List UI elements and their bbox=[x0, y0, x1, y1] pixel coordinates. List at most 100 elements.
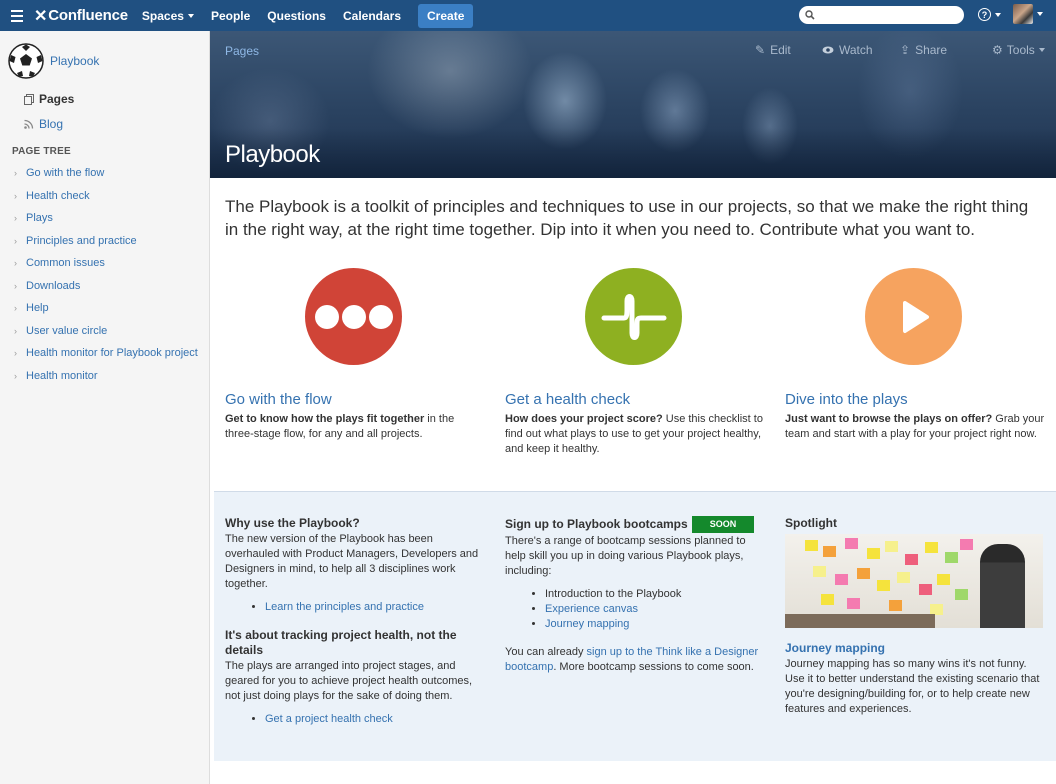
chevron-down-icon bbox=[187, 13, 194, 18]
chevron-down-icon bbox=[1037, 12, 1043, 16]
intro-text: The Playbook is a toolkit of principles … bbox=[225, 197, 1029, 239]
chevron-right-icon[interactable]: › bbox=[14, 191, 26, 201]
page-tree-heading: PAGE TREE bbox=[12, 146, 71, 157]
tree-item-principles-and-practice[interactable]: › Principles and practice bbox=[14, 230, 198, 253]
tree-item-label: Health monitor bbox=[26, 369, 98, 382]
chevron-right-icon[interactable]: › bbox=[14, 236, 26, 246]
learn-principles-link[interactable]: Learn the principles and practice bbox=[265, 601, 424, 613]
feature-lead: Get to know how the plays fit together bbox=[225, 413, 425, 425]
sidebar-item-label: Blog bbox=[39, 117, 64, 131]
menu-icon[interactable] bbox=[0, 0, 34, 31]
experience-canvas-link[interactable]: Experience canvas bbox=[545, 603, 638, 615]
calendars-link[interactable]: Calendars bbox=[343, 9, 401, 23]
feature-icon-circle[interactable] bbox=[865, 268, 962, 365]
bootcamp-item: Introduction to the Playbook bbox=[545, 587, 765, 602]
chevron-right-icon[interactable]: › bbox=[14, 281, 26, 291]
confluence-logo[interactable]: ✕ Confluence bbox=[34, 6, 128, 26]
hero-shade bbox=[210, 128, 1056, 178]
status-badge: SOON bbox=[691, 516, 755, 533]
tree-item-go-with-the-flow[interactable]: › Go with the flow bbox=[14, 162, 198, 185]
bootcamp-heading: Sign up to Playbook bootcamps bbox=[505, 517, 688, 531]
feature-get-a-health-check: Get a health check How does your project… bbox=[505, 268, 765, 457]
pulse-icon bbox=[601, 293, 666, 340]
chevron-right-icon[interactable]: › bbox=[14, 303, 26, 313]
tree-item-label: Health check bbox=[26, 189, 90, 202]
space-header[interactable]: Playbook bbox=[8, 43, 99, 79]
breadcrumb-pages[interactable]: Pages bbox=[225, 44, 259, 58]
sidebar-item-blog[interactable]: Blog bbox=[23, 117, 63, 131]
gear-icon: ⚙ bbox=[992, 43, 1003, 57]
why-column: Why use the Playbook? The new version of… bbox=[225, 516, 485, 740]
space-name: Playbook bbox=[50, 54, 100, 68]
tree-item-user-value-circle[interactable]: › User value circle bbox=[14, 320, 198, 343]
feature-dive-into-the-plays: Dive into the plays Just want to browse … bbox=[785, 268, 1045, 442]
edit-button[interactable]: ✎ Edit bbox=[755, 43, 791, 57]
help-menu[interactable]: ? bbox=[978, 8, 1001, 21]
tree-item-health-monitor[interactable]: › Health monitor bbox=[14, 365, 198, 388]
search-input[interactable] bbox=[799, 6, 964, 24]
share-button[interactable]: ⇪ Share bbox=[900, 43, 947, 57]
rss-icon bbox=[23, 119, 34, 130]
feature-title-link[interactable]: Dive into the plays bbox=[785, 391, 908, 408]
questions-link[interactable]: Questions bbox=[267, 9, 326, 23]
journey-mapping-link[interactable]: Journey mapping bbox=[545, 618, 629, 630]
avatar bbox=[1013, 4, 1033, 24]
journey-mapping-spotlight-link[interactable]: Journey mapping bbox=[785, 641, 885, 655]
chevron-right-icon[interactable]: › bbox=[14, 371, 26, 381]
tree-item-downloads[interactable]: › Downloads bbox=[14, 275, 198, 298]
tree-item-label: User value circle bbox=[26, 324, 108, 337]
tools-label: Tools bbox=[1006, 43, 1035, 57]
bootcamp-column: Sign up to Playbook bootcamps SOON There'… bbox=[505, 516, 765, 675]
tree-item-common-issues[interactable]: › Common issues bbox=[14, 252, 198, 275]
tree-item-label: Help bbox=[26, 302, 49, 315]
chevron-down-icon bbox=[995, 12, 1001, 17]
watch-label: Watch bbox=[839, 43, 873, 57]
info-panel: Why use the Playbook? The new version of… bbox=[214, 491, 1056, 761]
chevron-right-icon[interactable]: › bbox=[14, 258, 26, 268]
chevron-down-icon bbox=[1038, 48, 1045, 52]
feature-description: How does your project score? Use this ch… bbox=[505, 412, 765, 457]
feature-title-link[interactable]: Go with the flow bbox=[225, 391, 332, 408]
tree-item-label: Principles and practice bbox=[26, 234, 137, 247]
signup-prefix: You can already bbox=[505, 646, 587, 658]
feature-description: Get to know how the plays fit together i… bbox=[225, 412, 485, 442]
top-navigation-bar: ✕ Confluence Spaces People Questions Cale… bbox=[0, 0, 1056, 31]
sidebar-item-label: Pages bbox=[39, 92, 75, 106]
chevron-right-icon[interactable]: › bbox=[14, 213, 26, 223]
user-menu[interactable] bbox=[1013, 4, 1043, 24]
health-check-link[interactable]: Get a project health check bbox=[265, 713, 393, 725]
spotlight-body: Journey mapping has so many wins it's no… bbox=[785, 658, 1040, 715]
tree-item-help[interactable]: › Help bbox=[14, 297, 198, 320]
feature-icon-circle[interactable] bbox=[305, 268, 402, 365]
chevron-right-icon[interactable]: › bbox=[14, 348, 26, 358]
feature-icon-circle[interactable] bbox=[585, 268, 682, 365]
hero-banner: Pages ✎ Edit Watch ⇪ Share ⚙ Tools Playbook bbox=[210, 31, 1056, 178]
share-icon: ⇪ bbox=[900, 43, 911, 57]
spotlight-image[interactable] bbox=[785, 534, 1043, 628]
feature-lead: How does your project score? bbox=[505, 413, 663, 425]
feature-lead: Just want to browse the plays on offer? bbox=[785, 413, 993, 425]
spotlight-heading: Spotlight bbox=[785, 516, 837, 530]
tree-item-health-monitor-playbook[interactable]: › Health monitor for Playbook project bbox=[14, 342, 198, 365]
page-tree: › Go with the flow › Health check › Plays ›… bbox=[14, 162, 198, 387]
create-button[interactable]: Create bbox=[418, 3, 474, 28]
why-heading: Why use the Playbook? bbox=[225, 516, 360, 530]
soccer-ball-icon bbox=[8, 43, 44, 79]
people-link[interactable]: People bbox=[211, 9, 250, 23]
tree-item-plays[interactable]: › Plays bbox=[14, 207, 198, 230]
chevron-right-icon[interactable]: › bbox=[14, 326, 26, 336]
sidebar-item-pages[interactable]: Pages bbox=[23, 92, 74, 106]
tree-item-health-check[interactable]: › Health check bbox=[14, 185, 198, 208]
share-label: Share bbox=[915, 43, 948, 57]
tree-item-label: Common issues bbox=[26, 257, 105, 270]
tree-item-label: Downloads bbox=[26, 279, 81, 292]
chevron-right-icon[interactable]: › bbox=[14, 168, 26, 178]
edit-label: Edit bbox=[770, 43, 791, 57]
tools-menu[interactable]: ⚙ Tools bbox=[992, 43, 1045, 57]
ellipsis-icon bbox=[314, 304, 393, 329]
logo-text: Confluence bbox=[48, 7, 128, 24]
watch-button[interactable]: Watch bbox=[822, 43, 873, 57]
spaces-menu[interactable]: Spaces bbox=[142, 9, 194, 23]
tree-item-label: Go with the flow bbox=[26, 167, 105, 180]
feature-title-link[interactable]: Get a health check bbox=[505, 391, 630, 408]
